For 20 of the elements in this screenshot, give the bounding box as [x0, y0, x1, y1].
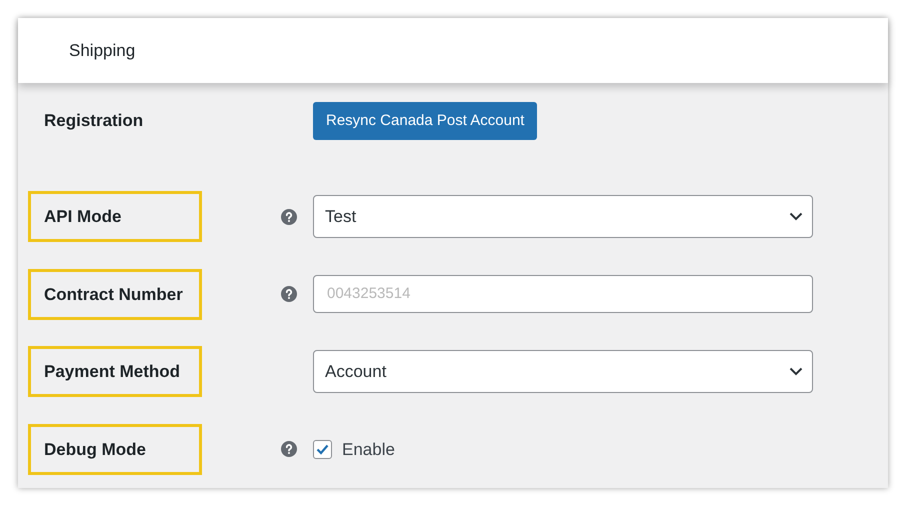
checkbox-label: Enable	[342, 438, 395, 460]
field-label: API Mode	[28, 191, 202, 242]
select-value: Account	[325, 361, 386, 383]
help-icon	[281, 441, 297, 458]
chevron-down-icon	[789, 367, 803, 376]
header-title: Shipping	[69, 40, 136, 62]
check-icon	[316, 444, 329, 455]
field-label: Payment Method	[28, 346, 202, 398]
field-label: Contract Number	[28, 268, 202, 320]
field-label: Debug Mode	[28, 424, 202, 475]
chevron-down-icon	[789, 212, 803, 222]
select-value: Test	[325, 206, 356, 228]
checkbox[interactable]	[313, 440, 332, 459]
field-label: Registration	[43, 110, 144, 132]
select-field[interactable]: Test	[313, 195, 813, 238]
help-icon	[281, 286, 297, 302]
select-field[interactable]: Account	[313, 350, 813, 394]
help-icon	[281, 208, 297, 225]
resync-button[interactable]: Resync Canada Post Account	[313, 102, 538, 140]
input-value: 0043253514	[327, 284, 410, 304]
